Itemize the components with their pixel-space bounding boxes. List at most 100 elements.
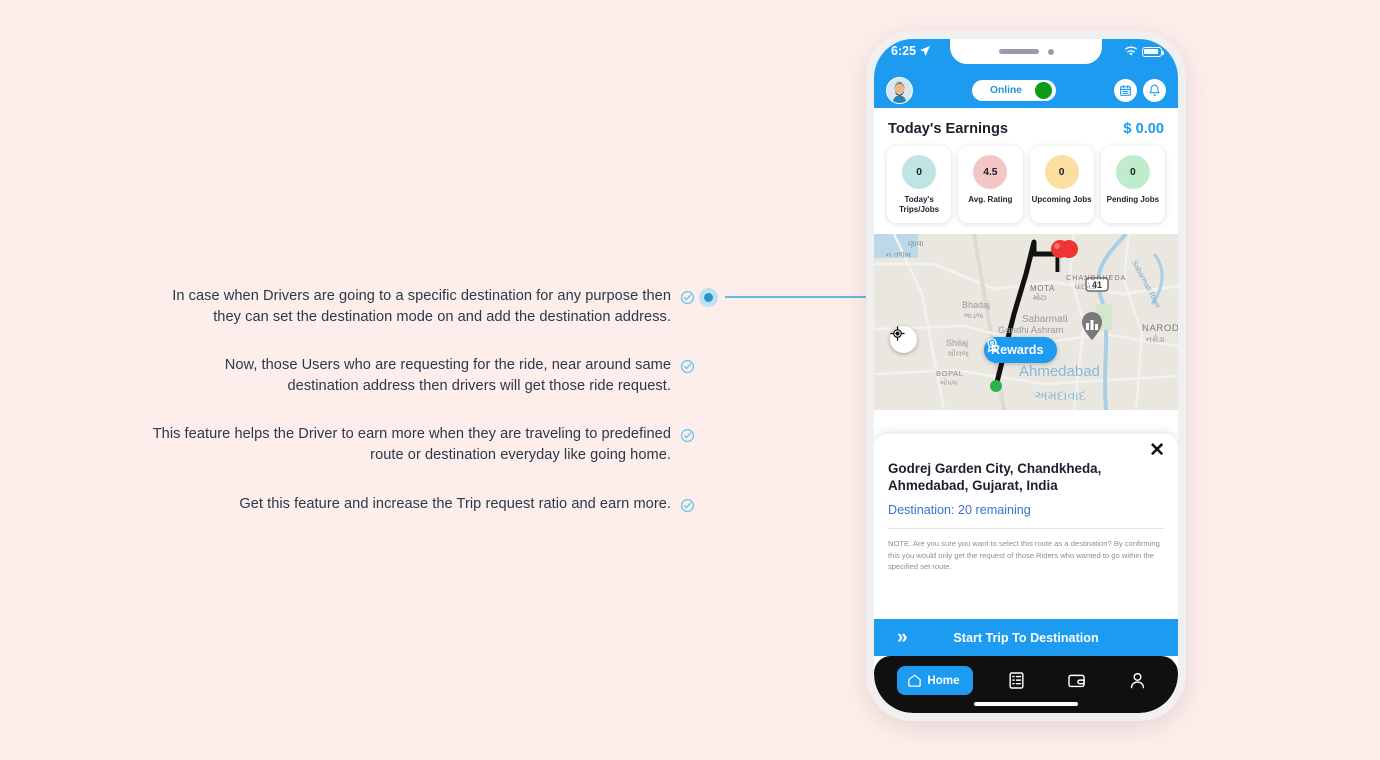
header-actions bbox=[1114, 78, 1166, 102]
annotation-item: This feature helps the Driver to earn mo… bbox=[150, 424, 695, 465]
earnings-row: Today's Earnings $ 0.00 bbox=[874, 108, 1178, 146]
battery-icon bbox=[1142, 46, 1164, 57]
check-circle-icon bbox=[680, 429, 695, 443]
online-toggle-knob bbox=[1034, 81, 1052, 99]
svg-text:Sabarmati: Sabarmati bbox=[1022, 314, 1068, 325]
stats-row: 0 Today's Trips/Jobs 4.5 Avg. Rating 0 U… bbox=[874, 146, 1178, 234]
app-header: Online bbox=[874, 72, 1178, 108]
map-view[interactable]: 41 ણાવા ન તળાવ CHANDKHEDA ચાંદખેડા MOTA … bbox=[874, 234, 1178, 410]
stat-card[interactable]: 0 Upcoming Jobs bbox=[1029, 146, 1094, 223]
svg-text:મોટા: મોટા bbox=[1033, 292, 1047, 302]
destination-subtitle: Destination: 20 remaining bbox=[888, 503, 1164, 529]
svg-text:CHANDKHEDA: CHANDKHEDA bbox=[1066, 273, 1126, 282]
annotation-text: In case when Drivers are going to a spec… bbox=[172, 288, 671, 325]
svg-text:NAROD: NAROD bbox=[1142, 323, 1178, 334]
status-bar: 6:25 bbox=[874, 39, 1178, 72]
check-circle-icon bbox=[680, 498, 695, 512]
nav-item-profile[interactable] bbox=[1121, 664, 1155, 696]
check-circle-icon bbox=[680, 290, 695, 305]
online-toggle-label: Online bbox=[989, 84, 1023, 96]
svg-text:MOTA: MOTA bbox=[1030, 284, 1055, 293]
recenter-button[interactable] bbox=[890, 326, 917, 353]
status-bar-time: 6:25 bbox=[891, 44, 917, 58]
annotation-item: Now, those Users who are requesting for … bbox=[150, 355, 695, 396]
stat-value-circle: 0 bbox=[1115, 155, 1150, 189]
bottom-nav: Home bbox=[874, 656, 1178, 713]
callout-line bbox=[725, 296, 868, 299]
svg-text:Ahmedabad: Ahmedabad bbox=[1019, 363, 1100, 380]
stat-value-circle: 0 bbox=[902, 155, 937, 189]
check-circle-icon bbox=[680, 360, 695, 374]
svg-text:BOPAL: BOPAL bbox=[936, 369, 964, 378]
annotation-list: In case when Drivers are going to a spec… bbox=[150, 286, 695, 542]
annotation-item: In case when Drivers are going to a spec… bbox=[150, 286, 695, 327]
double-chevron-right-icon: » bbox=[897, 626, 907, 648]
stat-label: Pending Jobs bbox=[1106, 195, 1160, 204]
svg-text:બોપલ: બોપલ bbox=[940, 378, 958, 387]
green-marker-icon bbox=[990, 380, 1002, 392]
phone-notch bbox=[950, 39, 1102, 64]
svg-text:Bhadaj: Bhadaj bbox=[962, 300, 990, 310]
status-bar-time-group: 6:25 bbox=[891, 44, 931, 58]
earnings-title: Today's Earnings bbox=[888, 121, 1008, 137]
annotation-text: Now, those Users who are requesting for … bbox=[224, 357, 671, 394]
person-icon bbox=[1130, 672, 1145, 688]
nav-item-home[interactable]: Home bbox=[897, 665, 973, 695]
stat-card[interactable]: 4.5 Avg. Rating bbox=[958, 146, 1023, 223]
svg-text:ચાંદખેડા: ચાંદખેડા bbox=[1074, 282, 1096, 291]
wallet-icon bbox=[1068, 674, 1086, 687]
destination-title: Godrej Garden City, Chandkheda, Ahmedaba… bbox=[888, 461, 1102, 493]
stat-value-circle: 4.5 bbox=[973, 155, 1008, 189]
stat-label: Today's Trips/Jobs bbox=[899, 195, 940, 214]
stat-card[interactable]: 0 Today's Trips/Jobs bbox=[887, 146, 952, 223]
home-icon bbox=[908, 674, 922, 687]
svg-text:અમદાવાદ: અમદાવાદ bbox=[1034, 388, 1086, 403]
earpiece-speaker bbox=[998, 49, 1039, 54]
svg-text:ણાવા: ણાવા bbox=[908, 239, 924, 248]
stat-label: Avg. Rating bbox=[968, 195, 1013, 204]
notifications-button[interactable] bbox=[1143, 78, 1166, 102]
phone-frame: 6:25 Online Today's Earnings $ 0.00 0 To… bbox=[866, 31, 1186, 721]
svg-text:શીલજ: શીલજ bbox=[948, 349, 970, 358]
annotation-text: Get this feature and increase the Trip r… bbox=[239, 495, 671, 512]
location-arrow-icon bbox=[920, 46, 931, 56]
rewards-button[interactable]: Rewards bbox=[984, 337, 1057, 363]
calendar-icon bbox=[1120, 84, 1131, 96]
start-trip-button[interactable]: » Start Trip To Destination bbox=[874, 619, 1178, 656]
award-medal-icon bbox=[987, 338, 997, 353]
phone-screen: 6:25 Online Today's Earnings $ 0.00 0 To… bbox=[874, 39, 1178, 713]
avatar-photo bbox=[887, 77, 912, 103]
home-indicator bbox=[974, 702, 1078, 706]
stat-label: Upcoming Jobs bbox=[1031, 195, 1092, 204]
status-bar-indicators bbox=[1124, 44, 1164, 57]
online-toggle[interactable]: Online bbox=[971, 79, 1056, 101]
start-trip-label: Start Trip To Destination bbox=[953, 630, 1099, 645]
avatar[interactable] bbox=[886, 76, 913, 104]
map-canvas: 41 ણાવા ન તળાવ CHANDKHEDA ચાંદખેડા MOTA … bbox=[874, 234, 1178, 410]
close-x-icon[interactable]: ✕ bbox=[1149, 441, 1165, 460]
nav-item-wallet[interactable] bbox=[1060, 664, 1094, 696]
destination-note: NOTE: Are you sure you want to select th… bbox=[888, 539, 1160, 571]
destination-card: ✕ Godrej Garden City, Chandkheda, Ahmeda… bbox=[874, 434, 1178, 656]
page-root: In case when Drivers are going to a spec… bbox=[0, 0, 1380, 760]
gps-crosshair-icon bbox=[890, 326, 905, 341]
stat-card[interactable]: 0 Pending Jobs bbox=[1100, 146, 1165, 223]
svg-text:Gandhi Ashram: Gandhi Ashram bbox=[998, 325, 1064, 336]
calendar-button[interactable] bbox=[1114, 78, 1137, 102]
earnings-amount: $ 0.00 bbox=[1123, 121, 1164, 137]
annotation-text: This feature helps the Driver to earn mo… bbox=[152, 426, 671, 463]
front-camera bbox=[1047, 48, 1054, 55]
list-icon bbox=[1009, 671, 1024, 689]
nav-item-jobs[interactable] bbox=[999, 664, 1033, 696]
svg-text:Shilaj: Shilaj bbox=[946, 338, 968, 348]
wifi-icon bbox=[1124, 46, 1138, 56]
stat-value-circle: 0 bbox=[1044, 155, 1079, 189]
svg-text:નરોડા: નરોડા bbox=[1146, 334, 1164, 344]
svg-text:ભાડજ: ભાડજ bbox=[964, 311, 984, 320]
nav-home-label: Home bbox=[927, 673, 960, 687]
callout-dot bbox=[699, 288, 718, 307]
callout-dot-inner bbox=[704, 293, 713, 302]
svg-text:ન તળાવ: ન તળાવ bbox=[886, 250, 911, 259]
bell-icon bbox=[1149, 84, 1160, 96]
annotation-item: Get this feature and increase the Trip r… bbox=[150, 494, 695, 515]
